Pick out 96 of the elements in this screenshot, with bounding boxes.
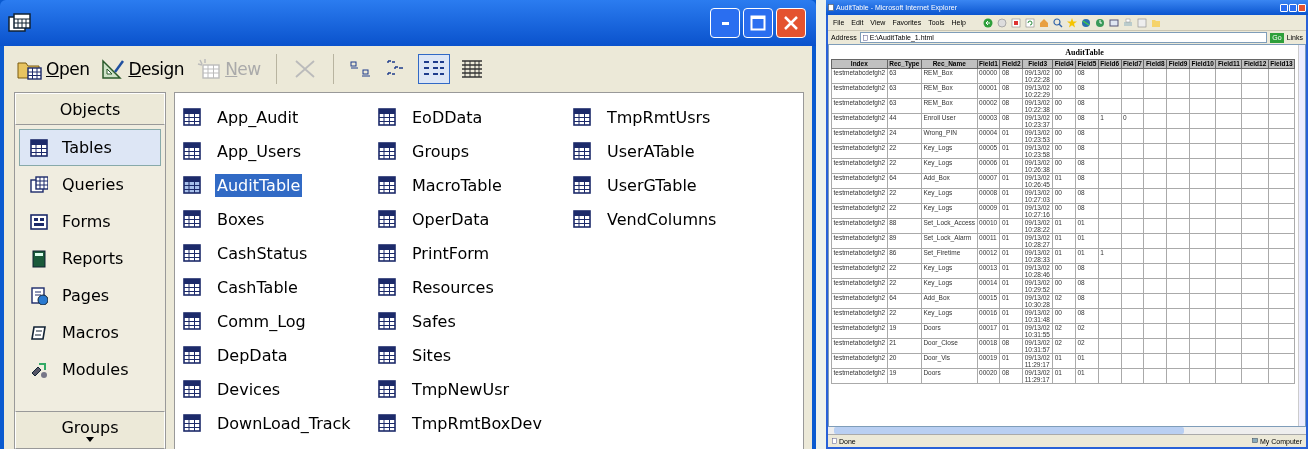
table-icon [30,138,48,157]
table-item[interactable]: TmpRmtUsrs [573,100,768,134]
down-arrow-icon [86,437,94,442]
table-item[interactable]: App_Users [183,134,378,168]
table-item[interactable]: Resources [378,270,573,304]
table-item[interactable]: Groups [378,134,573,168]
table-item[interactable]: DepData [183,338,378,372]
toolbar-button[interactable]: Open [14,55,93,83]
report-icon [30,249,48,268]
vertical-scrollbar[interactable] [1298,45,1305,426]
table-icon [573,142,591,160]
table-item[interactable]: TmpNewUsr [378,372,573,406]
table-item[interactable]: PrintForm [378,236,573,270]
table-icon [573,176,591,194]
table-item[interactable]: Sites [378,338,573,372]
table-item[interactable]: AuditTable [183,168,378,202]
database-window-icon [8,12,32,34]
form-icon [30,212,48,231]
table-item[interactable]: OperData [378,202,573,236]
sidebar-item[interactable]: Reports [19,240,161,277]
sidebar-item[interactable]: Forms [19,203,161,240]
minimize-button[interactable] [710,8,740,38]
table-icon [378,380,396,398]
table-item[interactable]: Safes [378,304,573,338]
table-icon [573,108,591,126]
close-button[interactable] [1298,3,1306,12]
table-icon [378,176,396,194]
mail-icon[interactable] [1108,17,1119,28]
table-icon [183,210,201,228]
sidebar-item[interactable]: Pages [19,277,161,314]
page-icon [30,286,48,305]
table-icon [183,312,201,330]
table-item[interactable]: TmpRmtBoxDev [378,406,573,440]
scroll-icon [30,323,48,342]
sidebar-item[interactable]: Modules [19,351,161,388]
modules-icon [30,360,48,379]
table-icon [183,108,201,126]
media-icon[interactable] [1080,17,1091,28]
table-icon [378,346,396,364]
table-item[interactable]: App_Audit [183,100,378,134]
table-item[interactable]: EoDData [378,100,573,134]
table-caption: AuditTable [1065,48,1104,57]
view-button[interactable] [417,54,450,84]
table-item[interactable]: UserGTable [573,168,768,202]
sidebar-item[interactable]: Tables [19,129,161,166]
stop-icon[interactable] [1010,17,1021,28]
computer-icon [1252,438,1258,444]
close-button[interactable] [776,8,806,38]
table-item[interactable]: Boxes [183,202,378,236]
sidebar-item[interactable]: Queries [19,166,161,203]
table-item[interactable]: Devices [183,372,378,406]
table-icon [183,142,201,160]
objects-header[interactable]: Objects [15,93,165,125]
history-icon[interactable] [1094,17,1105,28]
table-item[interactable]: Comm_Log [183,304,378,338]
table-icon [378,278,396,296]
new-table-icon [196,58,223,80]
forward-icon[interactable] [996,17,1007,28]
table-icon [378,108,396,126]
table-icon [183,380,201,398]
table-item[interactable]: DownLoad_Track [183,406,378,440]
minimize-icon [721,21,729,25]
table-icon [378,244,396,262]
table-icon [378,210,396,228]
minimize-button[interactable] [1280,3,1288,12]
table-icon [378,142,396,160]
sidebar-item[interactable]: Macros [19,314,161,351]
query-icon [30,175,48,194]
table-item[interactable]: UserATable [573,134,768,168]
search-icon[interactable] [1052,17,1063,28]
table-item[interactable]: CashTable [183,270,378,304]
table-icon [183,346,201,364]
table-icon [183,414,201,432]
table-icon [378,414,396,432]
table-icon [183,244,201,262]
table-item[interactable]: CashStatus [183,236,378,270]
page-icon [828,4,834,11]
page-icon [832,438,837,444]
maximize-icon [750,15,766,31]
table-icon [378,312,396,330]
page-icon [862,34,868,41]
table-icon [573,210,591,228]
close-icon [783,15,799,31]
maximize-button[interactable] [743,8,773,38]
groups-header[interactable]: Groups [15,411,165,449]
back-icon[interactable] [982,17,993,28]
toolbar-button[interactable]: Design [98,55,188,83]
horizontal-scrollbar[interactable] [828,427,1306,434]
refresh-icon[interactable] [1024,17,1035,28]
table-item[interactable]: VendColumns [573,202,768,236]
table-icon [183,176,201,194]
table-icon [183,278,201,296]
maximize-button[interactable] [1289,3,1297,12]
large-icons-view-icon [348,58,373,80]
star-icon[interactable] [1066,17,1077,28]
table-item[interactable]: MacroTable [378,168,573,202]
